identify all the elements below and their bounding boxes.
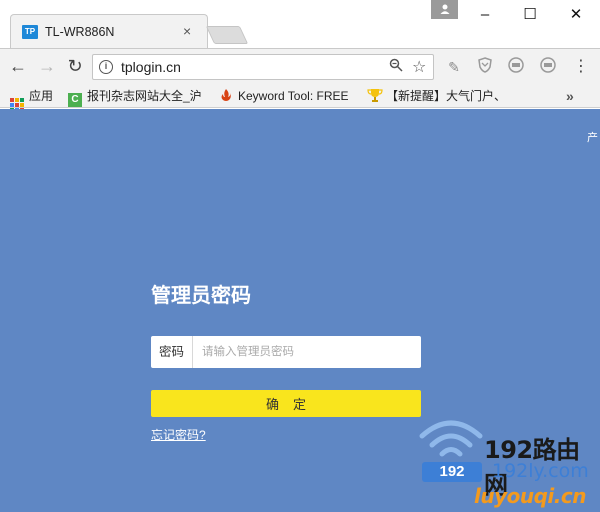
address-bar[interactable]: i tplogin.cn ☆ — [92, 54, 434, 80]
forgot-password-link[interactable]: 忘记密码? — [151, 426, 206, 443]
url-text[interactable]: tplogin.cn — [121, 59, 181, 75]
zoom-icon[interactable] — [389, 58, 403, 75]
trophy-icon — [367, 88, 383, 102]
new-tab-button[interactable] — [205, 26, 249, 44]
maximize-button[interactable]: ☐ — [510, 4, 550, 26]
forward-button[interactable]: → — [36, 55, 58, 77]
bookmark-item[interactable]: Keyword Tool: FREE — [219, 87, 349, 105]
watermark-logo: 192路由网 192 192ly.com luyouqi.cn — [416, 414, 600, 512]
watermark-badge: 192 — [422, 462, 482, 482]
profile-icon[interactable] — [431, 0, 458, 19]
corner-text: 产 — [587, 132, 598, 144]
bookmark-item[interactable]: 【新提醒】大气门户、 — [367, 87, 506, 105]
bookmarks-bar: 应用 C 报刊杂志网站大全_沪 Keyword Tool: FREE 【新提醒】大… — [0, 84, 600, 112]
back-button[interactable]: ← — [7, 55, 29, 77]
menu-icon[interactable]: ⋮ — [571, 57, 591, 77]
more-bookmarks-button[interactable]: » — [566, 87, 574, 105]
close-window-button[interactable]: ✕ — [556, 4, 596, 26]
password-label: 密码 — [151, 336, 193, 368]
tab-close-icon[interactable]: × — [183, 23, 191, 39]
bookmark-item[interactable]: C 报刊杂志网站大全_沪 — [68, 87, 202, 107]
page-title: 管理员密码 — [151, 285, 251, 307]
extension-quill-icon[interactable]: ✎ — [444, 57, 464, 77]
bookmark-apps-label: 应用 — [29, 89, 54, 103]
bookmark-label: 【新提醒】大气门户、 — [386, 89, 507, 103]
watermark-pinyin: luyouqi.cn — [474, 484, 586, 508]
bookmark-label: Keyword Tool: FREE — [238, 89, 349, 103]
extension-circle-2-icon[interactable] — [538, 57, 558, 77]
wifi-icon — [419, 420, 483, 457]
password-input[interactable] — [194, 336, 419, 368]
extension-shield-icon[interactable] — [475, 57, 495, 77]
extension-circle-icon[interactable] — [506, 57, 526, 77]
confirm-button[interactable]: 确定 — [151, 390, 421, 417]
browser-titlebar: TP TL-WR886N × – ☐ ✕ — [0, 0, 600, 48]
tab-title: TL-WR886N — [45, 25, 115, 39]
password-field: 密码 — [151, 336, 421, 368]
info-icon[interactable]: i — [99, 60, 113, 74]
minimize-button[interactable]: – — [465, 4, 505, 26]
reload-button[interactable]: ↻ — [64, 55, 86, 77]
tp-link-favicon-icon: TP — [22, 25, 38, 39]
flame-icon — [219, 88, 233, 102]
bookmark-apps[interactable]: 应用 — [10, 87, 54, 112]
bookmark-star-icon[interactable]: ☆ — [412, 57, 426, 77]
router-login-page: 产 管理员密码 密码 确定 忘记密码? 192路由网 192 192ly.com… — [0, 109, 600, 512]
browser-toolbar: ← → ↻ i tplogin.cn ☆ ✎ ⋮ — [0, 48, 600, 84]
watermark-domain: 192ly.com — [492, 460, 589, 482]
green-c-icon: C — [68, 93, 82, 107]
bookmark-label: 报刊杂志网站大全_沪 — [87, 89, 202, 103]
